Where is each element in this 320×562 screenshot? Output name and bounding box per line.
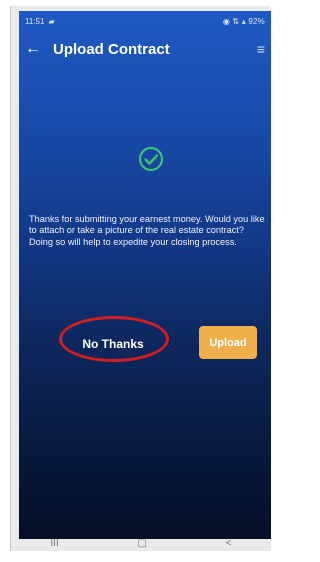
action-buttons: No Thanks Upload <box>59 315 259 375</box>
upload-contract-message: Thanks for submitting your earnest money… <box>29 214 265 247</box>
phone-frame: 11:51 ▰ ◉ ⇅ ▴ 92% ← Upload Contract ≡ Th… <box>10 6 271 551</box>
upload-button[interactable]: Upload <box>199 326 257 359</box>
menu-icon[interactable]: ≡ <box>257 41 265 57</box>
message-icon: ▰ <box>48 16 55 26</box>
no-thanks-button[interactable]: No Thanks <box>77 333 149 355</box>
app-screen: 11:51 ▰ ◉ ⇅ ▴ 92% ← Upload Contract ≡ Th… <box>19 11 271 539</box>
status-bar: 11:51 ▰ ◉ ⇅ ▴ 92% <box>19 11 271 31</box>
success-check-icon <box>136 144 166 174</box>
android-navigation-bar: III ▢ < <box>11 536 271 551</box>
back-arrow-icon[interactable]: ← <box>25 41 43 57</box>
home-icon[interactable]: ▢ <box>138 538 147 549</box>
system-back-icon[interactable]: < <box>226 538 232 549</box>
status-time-group: 11:51 ▰ <box>25 17 55 26</box>
recent-apps-icon[interactable]: III <box>50 538 58 549</box>
page-title: Upload Contract <box>53 40 170 58</box>
top-app-bar: ← Upload Contract ≡ <box>19 31 271 67</box>
status-indicators: ◉ ⇅ ▴ 92% <box>222 16 265 26</box>
status-time: 11:51 <box>25 16 45 26</box>
